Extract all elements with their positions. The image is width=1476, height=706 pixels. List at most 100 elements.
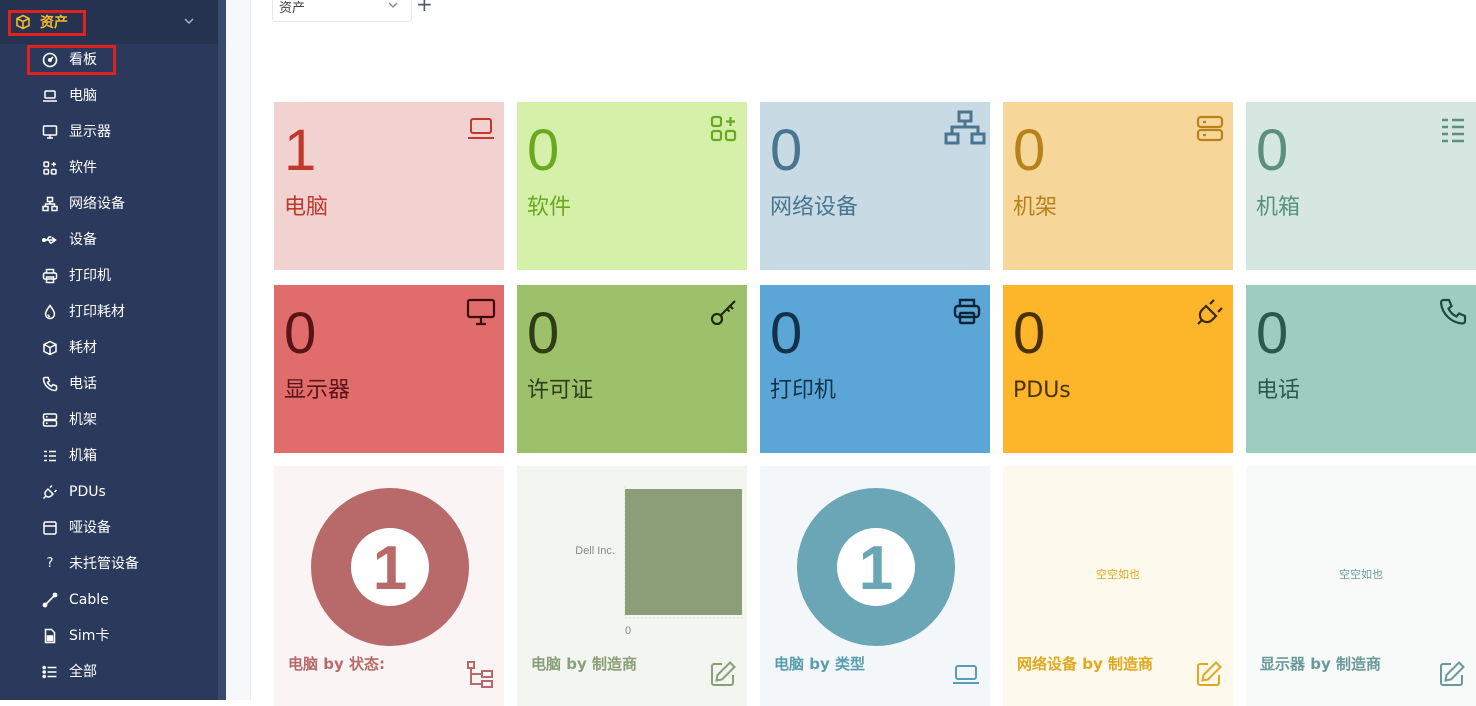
sidebar-item-dashboard[interactable]: 看板 bbox=[0, 42, 218, 78]
card-network-devices[interactable]: 0 网络设备 bbox=[760, 102, 990, 270]
chart-computers-by-type[interactable]: 1 电脑 by 类型 bbox=[760, 466, 990, 706]
sidebar-item-label: 机架 bbox=[69, 412, 97, 428]
sidebar-item-network[interactable]: 网络设备 bbox=[0, 186, 218, 222]
sidebar-item-cartridges[interactable]: 打印耗材 bbox=[0, 294, 218, 330]
sidebar-item-label: 机箱 bbox=[69, 448, 97, 464]
sidebar-item-label: 电话 bbox=[69, 376, 97, 392]
bar-chart: Dell Inc. 0 bbox=[575, 486, 745, 637]
package-icon bbox=[43, 340, 57, 356]
sidebar-item-label: 软件 bbox=[69, 160, 97, 176]
sidebar-item-monitors[interactable]: 显示器 bbox=[0, 114, 218, 150]
server-icon bbox=[42, 413, 58, 427]
server-icon bbox=[1196, 115, 1224, 142]
apps-icon bbox=[710, 115, 737, 142]
network-icon bbox=[944, 110, 986, 145]
sidebar-item-pdus[interactable]: PDUs bbox=[0, 474, 218, 510]
list-icon bbox=[1442, 118, 1464, 143]
card-pdus[interactable]: 0 PDUs bbox=[1003, 285, 1233, 453]
empty-state-text: 空空如也 bbox=[1096, 568, 1140, 581]
cube-icon bbox=[16, 14, 30, 30]
sidebar-item-sim-cards[interactable]: Sim卡 bbox=[0, 618, 218, 654]
sidebar-item-label: 全部 bbox=[69, 664, 97, 680]
sidebar-item-passive-devices[interactable]: 哑设备 bbox=[0, 510, 218, 546]
sidebar-item-phones[interactable]: 电话 bbox=[0, 366, 218, 402]
chart-title: 电脑 by 类型 bbox=[774, 655, 865, 673]
card-label: 网络设备 bbox=[770, 195, 859, 220]
card-phones[interactable]: 0 电话 bbox=[1246, 285, 1476, 453]
laptop-icon[interactable] bbox=[952, 660, 980, 688]
chart-title: 电脑 by 状态: bbox=[288, 655, 385, 673]
card-value: 1 bbox=[284, 118, 317, 183]
pie-center-value: 1 bbox=[859, 534, 893, 603]
network-icon bbox=[42, 196, 58, 212]
droplet-icon bbox=[44, 304, 56, 320]
bar-dell-inc[interactable] bbox=[625, 489, 742, 615]
cable-icon bbox=[42, 592, 58, 608]
card-value: 0 bbox=[770, 301, 803, 366]
sidebar-item-computers[interactable]: 电脑 bbox=[0, 78, 218, 114]
card-monitors[interactable]: 0 显示器 bbox=[274, 285, 504, 453]
pie-center-value: 1 bbox=[373, 534, 407, 603]
sidebar-scrollbar[interactable] bbox=[218, 0, 226, 700]
list-icon bbox=[44, 450, 56, 462]
monitor-icon bbox=[42, 125, 58, 139]
chevron-down-icon[interactable] bbox=[182, 14, 196, 28]
chart-network-by-manufacturer[interactable]: 空空如也 网络设备 by 制造商 bbox=[1003, 466, 1233, 706]
empty-state-text: 空空如也 bbox=[1339, 568, 1383, 581]
chart-computers-by-manufacturer[interactable]: Dell Inc. 0 电脑 by 制造商 bbox=[517, 466, 747, 706]
plug-icon bbox=[42, 484, 58, 500]
printer-icon bbox=[953, 298, 981, 325]
edit-icon[interactable] bbox=[1438, 660, 1466, 688]
sidebar: 资产 看板 电脑 显示器 软件 网络设备 设备 打印机 打印耗材 耗材 电话 机… bbox=[0, 0, 218, 700]
sidebar-item-devices[interactable]: 设备 bbox=[0, 222, 218, 258]
sidebar-item-label: 网络设备 bbox=[69, 196, 125, 212]
sidebar-item-racks[interactable]: 机架 bbox=[0, 402, 218, 438]
sidebar-item-unmanaged[interactable]: ? 未托管设备 bbox=[0, 546, 218, 582]
sidebar-item-label: 电脑 bbox=[69, 88, 97, 104]
sidebar-item-enclosures[interactable]: 机箱 bbox=[0, 438, 218, 474]
chevron-down-icon bbox=[388, 2, 398, 8]
sitemap-icon[interactable] bbox=[466, 660, 494, 688]
card-computers[interactable]: 1 电脑 bbox=[274, 102, 504, 270]
card-label: 显示器 bbox=[284, 378, 351, 403]
sidebar-item-all[interactable]: 全部 bbox=[0, 654, 218, 690]
plug-icon bbox=[1197, 299, 1223, 325]
sidebar-section-assets[interactable]: 资产 bbox=[0, 0, 218, 44]
card-printers[interactable]: 0 打印机 bbox=[760, 285, 990, 453]
card-licenses[interactable]: 0 许可证 bbox=[517, 285, 747, 453]
sidebar-item-consumables[interactable]: 耗材 bbox=[0, 330, 218, 366]
card-label: 机箱 bbox=[1256, 195, 1301, 220]
dashboard-select[interactable]: 资产 bbox=[272, 0, 412, 22]
usb-icon bbox=[42, 236, 57, 244]
sidebar-item-label: 打印耗材 bbox=[69, 304, 125, 320]
sidebar-item-software[interactable]: 软件 bbox=[0, 150, 218, 186]
card-value: 0 bbox=[1013, 301, 1046, 366]
card-racks[interactable]: 0 机架 bbox=[1003, 102, 1233, 270]
sidebar-item-label: 设备 bbox=[69, 232, 97, 248]
card-value: 0 bbox=[1013, 118, 1046, 183]
sidebar-item-label: 显示器 bbox=[69, 124, 111, 140]
card-value: 0 bbox=[1256, 301, 1289, 366]
laptop-icon bbox=[43, 90, 57, 102]
monitor-icon bbox=[466, 298, 496, 326]
bar-category-label: Dell Inc. bbox=[575, 545, 615, 557]
chart-computers-by-status[interactable]: 1 电脑 by 状态: bbox=[274, 466, 504, 706]
key-icon bbox=[710, 300, 736, 326]
chart-monitors-by-manufacturer[interactable]: 空空如也 显示器 by 制造商 bbox=[1246, 466, 1476, 706]
card-enclosures[interactable]: 0 机箱 bbox=[1246, 102, 1476, 270]
card-label: 电话 bbox=[1256, 378, 1301, 403]
axis-tick-label: 0 bbox=[625, 625, 631, 637]
sidebar-item-printers[interactable]: 打印机 bbox=[0, 258, 218, 294]
sidebar-item-label: Cable bbox=[69, 592, 109, 608]
add-dashboard-button[interactable]: + bbox=[416, 0, 433, 14]
edit-icon[interactable] bbox=[1195, 660, 1223, 688]
card-value: 0 bbox=[527, 301, 560, 366]
card-software[interactable]: 0 软件 bbox=[517, 102, 747, 270]
pie-chart: 1 bbox=[311, 488, 469, 646]
question-icon: ? bbox=[46, 556, 54, 571]
sidebar-item-cables[interactable]: Cable bbox=[0, 582, 218, 618]
phone-icon bbox=[42, 376, 58, 392]
sim-icon bbox=[44, 628, 56, 644]
edit-icon[interactable] bbox=[709, 660, 737, 688]
phone-icon bbox=[1439, 298, 1467, 325]
